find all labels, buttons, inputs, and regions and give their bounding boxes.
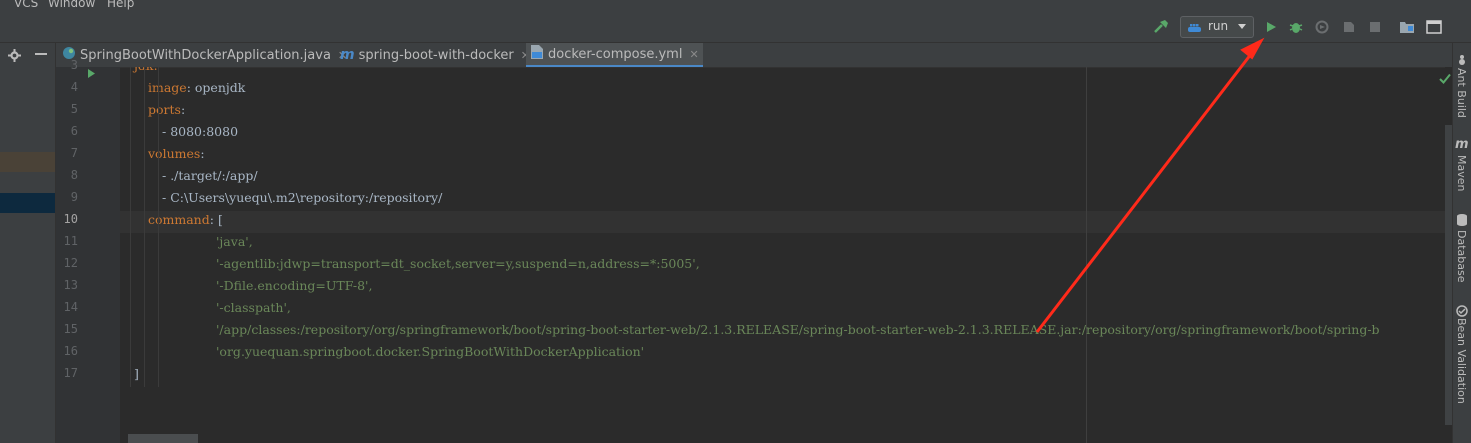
tool-maven[interactable]: Maven [1455,155,1468,191]
tree-row-selected[interactable] [0,193,55,213]
menu-bar: VCS Window Help [0,0,1471,12]
code-line: command: [ [148,212,223,227]
tab-docker-compose[interactable]: docker-compose.yml ✕ [526,43,703,67]
gear-icon[interactable] [8,47,21,66]
line-number: 8 [70,168,78,182]
code-text: jdk: [134,67,158,73]
main-toolbar: run [0,12,1471,43]
build-hammer-icon[interactable] [1152,18,1170,36]
inspection-ok-icon[interactable] [1439,69,1451,88]
string-literal: '-Dfile.encoding=UTF-8', [216,278,373,293]
tab-label: docker-compose.yml [548,46,683,62]
stop-icon[interactable] [1366,18,1384,36]
line-number: 3 [70,58,78,72]
maven-icon: m [340,47,355,63]
maven-tool-icon: m [1455,137,1469,152]
line-number: 9 [70,190,78,204]
menu-window[interactable]: Window [48,0,95,10]
right-margin-guide [1086,67,1087,443]
code-line: '-classpath', [216,300,291,315]
line-number: 15 [63,322,78,336]
code-line: 'java', [216,234,253,249]
line-number: 5 [70,102,78,116]
scrollbar-thumb[interactable] [1445,125,1452,425]
line-number: 12 [63,256,78,270]
code-line: ports: [148,102,185,117]
code-line: '-Dfile.encoding=UTF-8', [216,278,372,293]
line-number: 10 [63,212,78,226]
string-literal: '-classpath', [216,300,291,315]
yaml-key: image [148,80,187,95]
string-literal: '/app/classes:/repository/org/springfram… [216,322,1380,337]
yaml-key: volumes [148,146,201,161]
code-line: '/app/classes:/repository/org/springfram… [216,322,1380,337]
code-line: - C:\Users\yuequ\.m2\repository:/reposit… [162,190,442,205]
run-config-select[interactable]: run [1180,16,1254,38]
horizontal-scrollbar-thumb[interactable] [128,434,198,443]
tool-bean-validation[interactable]: Bean Validation [1455,318,1468,404]
colon: : [180,102,186,117]
menu-help[interactable]: Help [107,0,134,10]
docker-icon [1187,20,1203,39]
terminal-icon[interactable] [1425,18,1443,36]
code-text: - C:\Users\yuequ\.m2\repository:/reposit… [162,190,443,205]
tool-ant-build[interactable]: Ant Build [1455,68,1468,118]
minimize-icon[interactable] [35,53,47,55]
editor-gutter: 3 4 5 6 7 8 9 10 11 12 13 14 15 16 17 [56,58,120,443]
project-tool-window [0,43,56,443]
indent-guide [130,67,131,387]
colon: : [200,146,205,161]
indent-guide [158,67,159,387]
line-number: 14 [63,300,78,314]
close-icon[interactable]: ✕ [689,48,698,61]
coverage-icon[interactable] [1313,18,1331,36]
editor-tab-bar: SpringBootWithDockerApplication.java ✕ m… [56,43,1452,68]
indent-guide [144,67,145,387]
menu-vcs[interactable]: VCS [14,0,38,10]
yaml-icon [530,44,544,64]
code-text: - ./target/:/app/ [162,168,258,183]
code-line: - ./target/:/app/ [162,168,258,183]
tool-database[interactable]: Database [1455,230,1468,283]
line-number: 11 [63,234,78,248]
tab-label: spring-boot-with-docker [358,47,514,63]
line-number: 13 [63,278,78,292]
yaml-key: ports [148,102,181,117]
yaml-value: openjdk [190,80,246,95]
database-icon [1456,212,1468,231]
run-config-label: run [1208,19,1229,33]
line-number: 16 [63,344,78,358]
code-line: - 8080:8080 [162,124,238,139]
current-line-highlight [120,211,1445,233]
project-structure-icon[interactable] [1398,18,1416,36]
chevron-down-icon [1238,24,1246,29]
string-literal: '-agentlib:jdwp=transport=dt_socket,serv… [216,256,700,271]
debug-icon[interactable] [1287,18,1305,36]
line-number: 7 [70,146,78,160]
line-number: 17 [63,366,78,380]
code-line: ] [134,366,139,381]
tab-spring-boot-application[interactable]: SpringBootWithDockerApplication.java ✕ [62,43,347,67]
code-line: 'org.yuequan.springboot.docker.SpringBoo… [216,344,644,359]
profile-icon[interactable] [1340,18,1358,36]
code-text: ] [134,366,139,381]
string-literal: 'org.yuequan.springboot.docker.SpringBoo… [216,344,645,359]
tab-maven-project[interactable]: m spring-boot-with-docker ✕ [340,43,530,67]
string-literal: 'java', [216,234,253,249]
run-gutter-icon[interactable] [87,63,96,82]
code-line: volumes: [148,146,205,161]
line-number: 6 [70,124,78,138]
code-line: jdk: [134,67,158,73]
code-editor[interactable]: jdk: image: openjdk ports: - 8080:8080 volum… [120,67,1445,443]
tree-row-highlight[interactable] [0,152,55,172]
vertical-scrollbar[interactable] [1445,67,1452,443]
code-line: '-agentlib:jdwp=transport=dt_socket,serv… [216,256,700,271]
code-line: image: openjdk [148,80,245,95]
line-number: 4 [70,80,78,94]
tab-label: SpringBootWithDockerApplication.java [80,47,331,63]
code-text: - 8080:8080 [162,124,239,139]
yaml-value: [ [213,212,223,227]
run-icon[interactable] [1262,18,1280,36]
